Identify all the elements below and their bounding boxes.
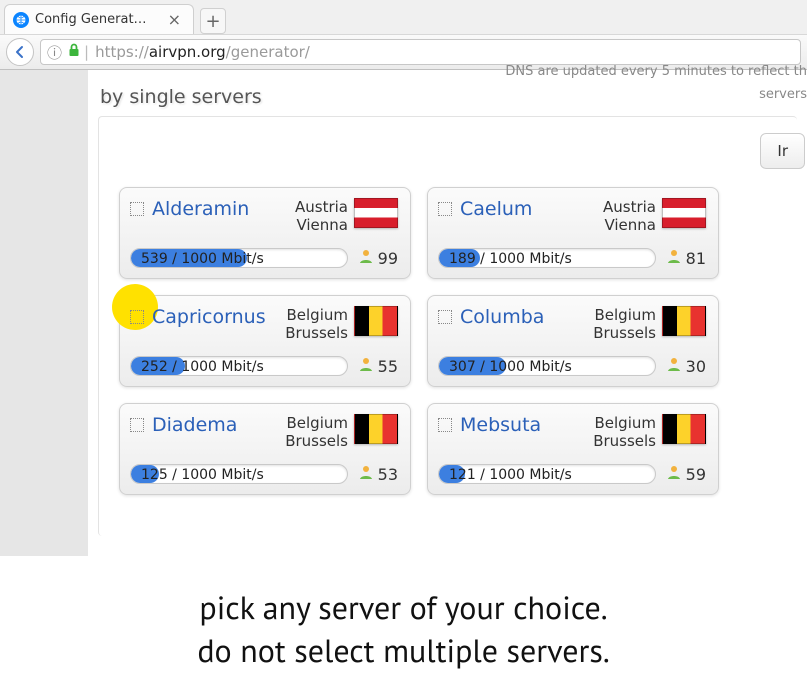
globe-icon: [13, 12, 29, 28]
server-name-link[interactable]: Capricornus: [152, 306, 266, 328]
server-name-link[interactable]: Columba: [460, 306, 544, 328]
bandwidth-bar: 125 / 1000 Mbit/s: [130, 464, 348, 484]
servers-grid: Alderamin AustriaVienna 539 / 1000 Mbit/s 9…: [119, 187, 787, 495]
person-icon: [358, 464, 374, 484]
server-location: BelgiumBrussels: [285, 306, 348, 342]
users-count: 30: [666, 356, 706, 376]
server-name-link[interactable]: Alderamin: [152, 198, 249, 220]
tab-title: Config Generat…: [35, 12, 164, 27]
url-bar[interactable]: ⓘ | https://airvpn.org/generator/: [40, 39, 801, 65]
new-tab-button[interactable]: +: [200, 8, 226, 34]
users-count: 99: [358, 248, 398, 268]
bandwidth-bar: 189 / 1000 Mbit/s: [438, 248, 656, 268]
person-icon: [666, 464, 682, 484]
server-location: BelgiumBrussels: [593, 414, 656, 450]
flag-icon: [354, 414, 398, 444]
server-checkbox[interactable]: [130, 310, 144, 324]
server-card: Caelum AustriaVienna 189 / 1000 Mbit/s 81: [427, 187, 719, 279]
server-checkbox[interactable]: [438, 202, 452, 216]
bandwidth-text: 189 / 1000 Mbit/s: [449, 249, 572, 268]
server-location: AustriaVienna: [295, 198, 348, 234]
servers-panel: Ir AlderaminAustriaVienna539 / 1000 Mbit…: [98, 116, 797, 536]
server-name-link[interactable]: Diadema: [152, 414, 237, 436]
info-icon[interactable]: ⓘ: [47, 42, 62, 63]
banner-remnant: DNS are updated every 5 minutes to refle…: [505, 64, 807, 102]
person-icon: [358, 356, 374, 376]
server-name-link[interactable]: Mebsuta: [460, 414, 541, 436]
users-count: 55: [358, 356, 398, 376]
person-icon: [358, 248, 374, 268]
server-card: Diadema BelgiumBrussels 125 / 1000 Mbit/s 5…: [119, 403, 411, 495]
server-card: Alderamin AustriaVienna 539 / 1000 Mbit/s 9…: [119, 187, 411, 279]
users-count: 81: [666, 248, 706, 268]
server-name-link[interactable]: Caelum: [460, 198, 532, 220]
server-checkbox[interactable]: [438, 310, 452, 324]
close-icon[interactable]: ×: [164, 10, 185, 29]
flag-icon: [662, 306, 706, 336]
bandwidth-bar: 121 / 1000 Mbit/s: [438, 464, 656, 484]
bandwidth-text: 539 / 1000 Mbit/s: [141, 249, 264, 268]
back-button[interactable]: [6, 38, 34, 66]
bandwidth-bar: 307 / 1000 Mbit/s: [438, 356, 656, 376]
users-count: 53: [358, 464, 398, 484]
bandwidth-text: 307 / 1000 Mbit/s: [449, 357, 572, 376]
server-card: Mebsuta BelgiumBrussels 121 / 1000 Mbit/s 5…: [427, 403, 719, 495]
browser-tab[interactable]: Config Generat… ×: [4, 4, 194, 34]
bandwidth-bar: 252 / 1000 Mbit/s: [130, 356, 348, 376]
flag-icon: [662, 414, 706, 444]
annotation-text: pick any server of your choice. do not s…: [0, 586, 807, 672]
bandwidth-text: 125 / 1000 Mbit/s: [141, 465, 264, 484]
flag-icon: [662, 198, 706, 228]
server-checkbox[interactable]: [130, 418, 144, 432]
server-location: BelgiumBrussels: [285, 414, 348, 450]
invert-button[interactable]: Ir: [760, 133, 805, 169]
url-sep: |: [84, 43, 89, 61]
bandwidth-text: 252 / 1000 Mbit/s: [141, 357, 264, 376]
users-count: 59: [666, 464, 706, 484]
flag-icon: [354, 306, 398, 336]
server-location: BelgiumBrussels: [593, 306, 656, 342]
server-checkbox[interactable]: [438, 418, 452, 432]
bandwidth-text: 121 / 1000 Mbit/s: [449, 465, 572, 484]
server-location: AustriaVienna: [603, 198, 656, 234]
person-icon: [666, 356, 682, 376]
flag-icon: [354, 198, 398, 228]
server-card: Columba BelgiumBrussels 307 / 1000 Mbit/s 3…: [427, 295, 719, 387]
url-text: https://airvpn.org/generator/: [95, 43, 310, 61]
lock-icon: [68, 43, 80, 61]
left-gutter: [0, 70, 88, 556]
server-card: Capricornus BelgiumBrussels 252 / 1000 Mbi…: [119, 295, 411, 387]
bandwidth-bar: 539 / 1000 Mbit/s: [130, 248, 348, 268]
tab-strip: Config Generat… × +: [0, 0, 807, 34]
server-checkbox[interactable]: [130, 202, 144, 216]
person-icon: [666, 248, 682, 268]
